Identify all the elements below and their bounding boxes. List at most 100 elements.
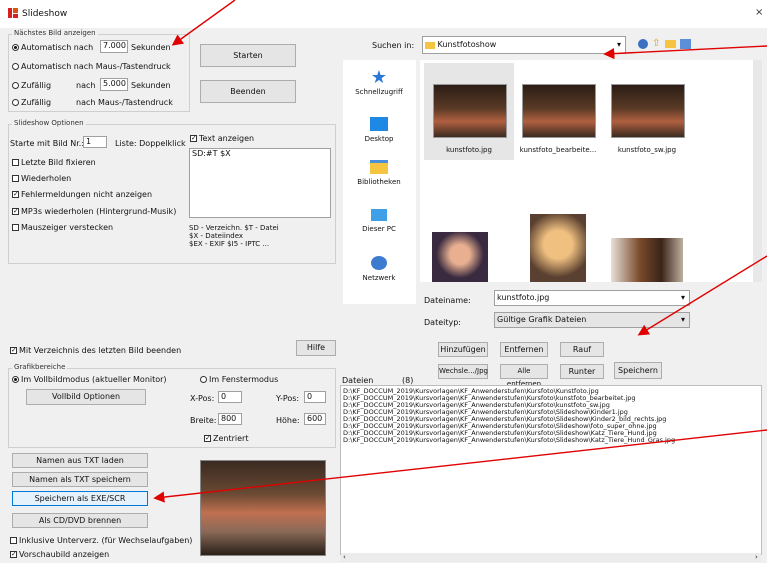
freeze-last-checkbox[interactable] [12,159,19,166]
up-folder-icon[interactable]: ⇧ [652,38,660,49]
file-grid-scrollbar[interactable] [753,60,762,282]
burn-cd-button[interactable]: Als CD/DVD brennen [12,513,148,528]
scroll-left-icon[interactable]: ‹ [343,553,346,561]
thumb-3-label: kunstfoto_sw.jpg [617,146,677,154]
help-button[interactable]: Hilfe [296,340,336,356]
nav-libraries[interactable]: Bibliotheken [349,160,409,186]
window-mode-option[interactable]: Im Fenstermodus [200,375,278,384]
text-template-value: SD:#T $X [192,149,231,158]
hide-cursor-checkbox[interactable] [12,224,19,231]
start-index-input[interactable]: 1 [83,136,107,148]
repeat-label: Wiederholen [21,174,72,183]
show-text-checkbox[interactable]: ✓ [190,135,197,142]
computer-icon [371,209,387,221]
freeze-last-label: Letzte Bild fixieren [21,158,96,167]
nav-desktop[interactable]: Desktop [349,117,409,143]
up-button[interactable]: Rauf [560,342,604,357]
auto-seconds-input[interactable]: 7.000 [100,40,128,53]
load-txt-button[interactable]: Namen aus TXT laden [12,453,148,468]
filetype-select[interactable]: Gültige Grafik Dateien ▾ [494,312,690,328]
nav-desktop-label: Desktop [364,135,394,143]
save-txt-button[interactable]: Namen als TXT speichern [12,472,148,487]
random2-option[interactable]: Zufällig [12,98,51,107]
x-pos-label: X-Pos: [190,394,215,403]
repeat-checkbox[interactable] [12,175,19,182]
replace-button[interactable]: Wechsle.../Jpg [438,364,488,379]
new-folder-icon[interactable] [665,40,676,48]
window-title: Slideshow [22,9,68,19]
folder-name: Kunstfotoshow [437,40,497,49]
show-text-option[interactable]: ✓ Text anzeigen [190,134,254,143]
back-icon[interactable] [638,39,648,49]
fullscreen-option[interactable]: Im Vollbildmodus (aktueller Monitor) [12,375,167,384]
option-repeat[interactable]: Wiederholen [12,174,71,183]
end-with-last-option[interactable]: ✓ Mit Verzeichnis des letzten Bild beende… [10,346,181,355]
save-exe-button[interactable]: Speichern als EXE/SCR [12,491,148,506]
display-group-label: Grafikbereiche [12,363,68,371]
legend-line-3: $EX - EXIF $I5 - IPTC ... [189,240,270,248]
auto-option[interactable]: Automatisch nach [12,43,93,52]
width-input[interactable]: 800 [218,413,242,425]
end-button[interactable]: Beenden [200,80,296,103]
manual-radio[interactable] [12,63,19,70]
random-seconds-input[interactable]: 5.000 [100,78,128,91]
option-no-errors[interactable]: ✓ Fehlermeldungen nicht anzeigen [12,190,152,199]
remove-all-button[interactable]: Alle entfernen [500,364,548,388]
down-button[interactable]: Runter [560,364,604,379]
list-item[interactable]: D:\KF_DOCCUM_2019\Kursvorlagen\KF_Anwend… [343,437,761,444]
centered-checkbox[interactable]: ✓ [204,435,211,442]
remove-button[interactable]: Entfernen [500,342,548,357]
save-list-button[interactable]: Speichern [614,362,662,379]
thumb-1[interactable] [433,84,507,138]
random2-radio[interactable] [12,99,19,106]
thumb-6[interactable] [611,238,683,282]
include-subdirs-checkbox[interactable] [10,537,17,544]
nav-quick-access[interactable]: ★ Schnellzugriff [349,68,409,97]
end-with-last-label: Mit Verzeichnis des letzten Bild beenden [19,346,182,355]
fullscreen-radio[interactable] [12,376,19,383]
auto-radio[interactable] [12,44,19,51]
nav-network-label: Netzwerk [362,274,396,282]
random-radio[interactable] [12,82,19,89]
x-pos-input[interactable]: 0 [218,391,242,403]
manual-option[interactable]: Automatisch nach Maus-/Tastendruck [12,62,171,71]
random2-label: nach Maus-/Tastendruck [76,98,173,107]
thumb-4[interactable] [432,232,488,282]
view-menu-icon[interactable] [680,39,691,49]
thumb-3[interactable] [611,84,685,138]
nav-network[interactable]: Netzwerk [349,256,409,282]
thumb-2[interactable] [522,84,596,138]
text-template-input[interactable]: SD:#T $X [189,148,331,218]
start-button[interactable]: Starten [200,44,296,67]
y-pos-input[interactable]: 0 [304,391,326,403]
mp3-repeat-checkbox[interactable]: ✓ [12,208,19,215]
show-preview-checkbox[interactable]: ✓ [10,551,17,558]
file-list-hscrollbar[interactable] [341,553,761,562]
thumb-5[interactable] [530,214,586,282]
scroll-right-icon[interactable]: › [755,553,758,561]
show-preview-option[interactable]: ✓ Vorschaubild anzeigen [10,550,109,559]
options-group-label: Slideshow Optionen [12,119,86,127]
folder-dropdown[interactable]: Kunstfotoshow ▾ [422,36,626,54]
close-icon[interactable]: × [755,7,763,18]
centered-option[interactable]: ✓ Zentriert [204,434,248,443]
option-hide-cursor[interactable]: Mauszeiger verstecken [12,223,113,232]
include-subdirs-option[interactable]: Inklusive Unterverz. (für Wechselaufgabe… [10,536,192,545]
add-button[interactable]: Hinzufügen [438,342,488,357]
no-errors-label: Fehlermeldungen nicht anzeigen [21,190,153,199]
option-freeze-last[interactable]: Letzte Bild fixieren [12,158,96,167]
no-errors-checkbox[interactable]: ✓ [12,191,19,198]
width-label: Breite: [190,416,217,425]
filename-input[interactable]: kunstfoto.jpg ▾ [494,290,690,306]
height-input[interactable]: 600 [304,413,326,425]
preview-image [200,460,326,556]
nav-this-pc[interactable]: Dieser PC [349,209,409,233]
random-suffix: Sekunden [131,81,171,90]
end-with-last-checkbox[interactable]: ✓ [10,347,17,354]
file-list[interactable]: D:\KF_DOCCUM_2019\Kursvorlagen\KF_Anwend… [340,385,762,555]
random-option[interactable]: Zufällig [12,81,51,90]
nav-this-pc-label: Dieser PC [362,225,396,233]
option-mp3-repeat[interactable]: ✓ MP3s wiederholen (Hintergrund-Musik) [12,207,176,216]
window-mode-radio[interactable] [200,376,207,383]
fullscreen-options-button[interactable]: Vollbild Optionen [26,389,146,405]
